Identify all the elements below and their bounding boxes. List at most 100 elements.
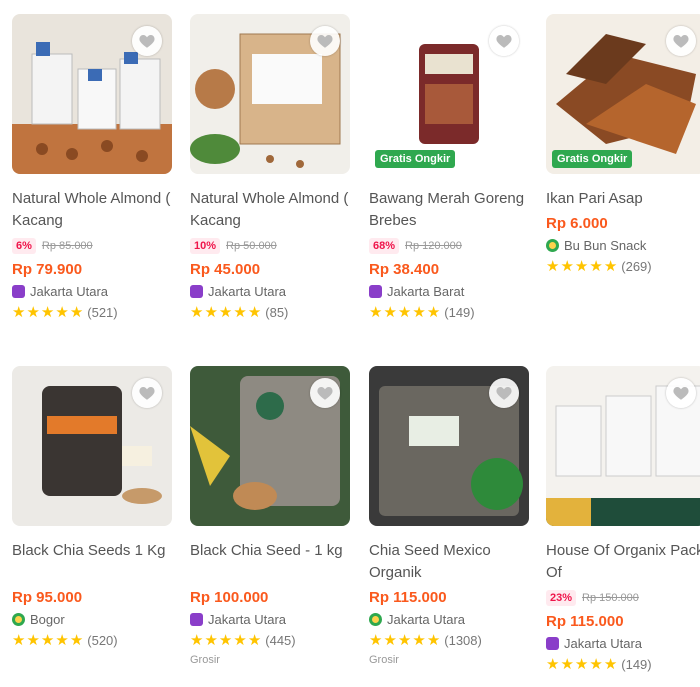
product-card[interactable]: Gratis Ongkir Ikan Pari Asap Rp 6.000 Bu… (546, 14, 700, 274)
product-image[interactable] (190, 14, 350, 174)
product-card[interactable]: Black Chia Seeds 1 Kg Rp 95.000 Bogor ★ ★… (12, 366, 180, 648)
rating-count: (85) (265, 305, 289, 320)
discount-badge: 68% (369, 238, 400, 254)
power-merchant-icon (369, 613, 382, 626)
rating: ★ ★ ★ ★ ★ (521) (12, 305, 180, 320)
official-store-icon (369, 285, 382, 298)
official-store-icon (190, 613, 203, 626)
original-price: Rp 120.000 (405, 240, 462, 252)
product-card[interactable]: Gratis Ongkir Bawang Merah Goreng Brebes… (369, 14, 537, 320)
star-icon: ★ (12, 632, 26, 649)
rating: ★ ★ ★ ★ ★ (520) (12, 633, 180, 648)
product-image[interactable]: Gratis Ongkir (369, 14, 529, 174)
product-card[interactable]: Natural Whole Almond ( Kacang 6% Rp 85.0… (12, 14, 180, 320)
official-store-icon (12, 285, 25, 298)
product-name[interactable]: Chia Seed Mexico Organik (369, 540, 537, 584)
rating: ★ ★ ★ ★ ★ (269) (546, 259, 700, 274)
rating: ★ ★ ★ ★ ★ (85) (190, 305, 358, 320)
shop-location: Jakarta Utara (369, 612, 537, 627)
star-icon: ★ (204, 304, 218, 321)
product-price: Rp 100.000 (190, 589, 269, 606)
official-store-icon (190, 285, 203, 298)
product-image[interactable]: Gratis Ongkir (546, 14, 700, 174)
official-store-icon (546, 637, 559, 650)
original-price: Rp 50.000 (226, 240, 277, 252)
location-text: Jakarta Utara (564, 636, 643, 651)
product-image[interactable] (12, 366, 172, 526)
star-icon: ★ (369, 632, 383, 649)
product-name[interactable]: Natural Whole Almond ( Kacang (12, 188, 180, 232)
product-name[interactable]: Ikan Pari Asap (546, 188, 700, 210)
wishlist-button[interactable] (132, 26, 162, 56)
wholesale-label: Grosir (190, 654, 220, 666)
product-price: Rp 115.000 (369, 589, 447, 606)
product-image[interactable] (369, 366, 529, 526)
discount-row: 68% Rp 120.000 (369, 236, 537, 256)
discount-row: 10% Rp 50.000 (190, 236, 358, 256)
product-price: Rp 45.000 (190, 261, 261, 278)
discount-badge: 10% (190, 238, 221, 254)
free-shipping-badge: Gratis Ongkir (375, 150, 456, 168)
location-text: Jakarta Utara (387, 612, 466, 627)
product-image[interactable] (190, 366, 350, 526)
wishlist-button[interactable] (310, 26, 340, 56)
location-text: Bogor (30, 612, 65, 627)
location-text: Jakarta Utara (208, 284, 287, 299)
product-name[interactable]: Black Chia Seeds 1 Kg (12, 540, 180, 584)
heart-icon (139, 387, 155, 400)
wishlist-button[interactable] (132, 378, 162, 408)
star-icon: ★ (412, 632, 426, 649)
star-icon: ★ (218, 632, 233, 649)
product-price: Rp 115.000 (546, 613, 624, 630)
star-icon: ★ (412, 304, 426, 321)
heart-icon (496, 35, 512, 48)
star-icon: ★ (247, 304, 262, 321)
star-icon: ★ (233, 304, 247, 321)
star-icon: ★ (40, 304, 55, 321)
discount-badge: 23% (546, 590, 577, 606)
shop-location: Bu Bun Snack (546, 238, 700, 253)
product-card[interactable]: Natural Whole Almond ( Kacang 10% Rp 50.… (190, 14, 358, 320)
star-icon: ★ (26, 304, 40, 321)
wishlist-button[interactable] (666, 26, 696, 56)
location-text: Bu Bun Snack (564, 238, 647, 253)
star-icon: ★ (383, 304, 397, 321)
product-image[interactable] (546, 366, 700, 526)
rating-count: (149) (621, 657, 652, 672)
wishlist-button[interactable] (489, 26, 519, 56)
star-icon: ★ (426, 632, 441, 649)
star-icon: ★ (560, 258, 574, 275)
product-name[interactable]: Black Chia Seed - 1 kg (190, 540, 358, 584)
product-card[interactable]: Black Chia Seed - 1 kg Rp 100.000 Jakart… (190, 366, 358, 666)
product-grid: Natural Whole Almond ( Kacang 6% Rp 85.0… (0, 0, 700, 687)
product-name[interactable]: Bawang Merah Goreng Brebes (369, 188, 537, 232)
product-name[interactable]: Natural Whole Almond ( Kacang (190, 188, 358, 232)
star-icon: ★ (603, 258, 618, 275)
shop-location: Jakarta Utara (190, 612, 358, 627)
heart-icon (317, 35, 333, 48)
star-icon: ★ (247, 632, 262, 649)
star-icon: ★ (69, 632, 84, 649)
shop-location: Jakarta Utara (190, 284, 358, 299)
star-icon: ★ (55, 632, 69, 649)
power-merchant-icon (12, 613, 25, 626)
rating-count: (445) (265, 633, 296, 648)
product-card[interactable]: House Of Organix Pack Of 23% Rp 150.000 … (546, 366, 700, 672)
product-card[interactable]: Chia Seed Mexico Organik Rp 115.000 Jaka… (369, 366, 537, 666)
shop-location: Jakarta Utara (12, 284, 180, 299)
wishlist-button[interactable] (310, 378, 340, 408)
star-icon: ★ (603, 656, 618, 673)
rating-count: (1308) (444, 633, 482, 648)
star-icon: ★ (204, 632, 218, 649)
rating: ★ ★ ★ ★ ★ (149) (369, 305, 537, 320)
product-price: Rp 38.400 (369, 261, 440, 278)
star-icon: ★ (40, 632, 55, 649)
product-image[interactable] (12, 14, 172, 174)
star-icon: ★ (218, 304, 233, 321)
wishlist-button[interactable] (666, 378, 696, 408)
star-icon: ★ (397, 304, 412, 321)
discount-row: 6% Rp 85.000 (12, 236, 180, 256)
star-icon: ★ (383, 632, 397, 649)
product-name[interactable]: House Of Organix Pack Of (546, 540, 700, 584)
wishlist-button[interactable] (489, 378, 519, 408)
